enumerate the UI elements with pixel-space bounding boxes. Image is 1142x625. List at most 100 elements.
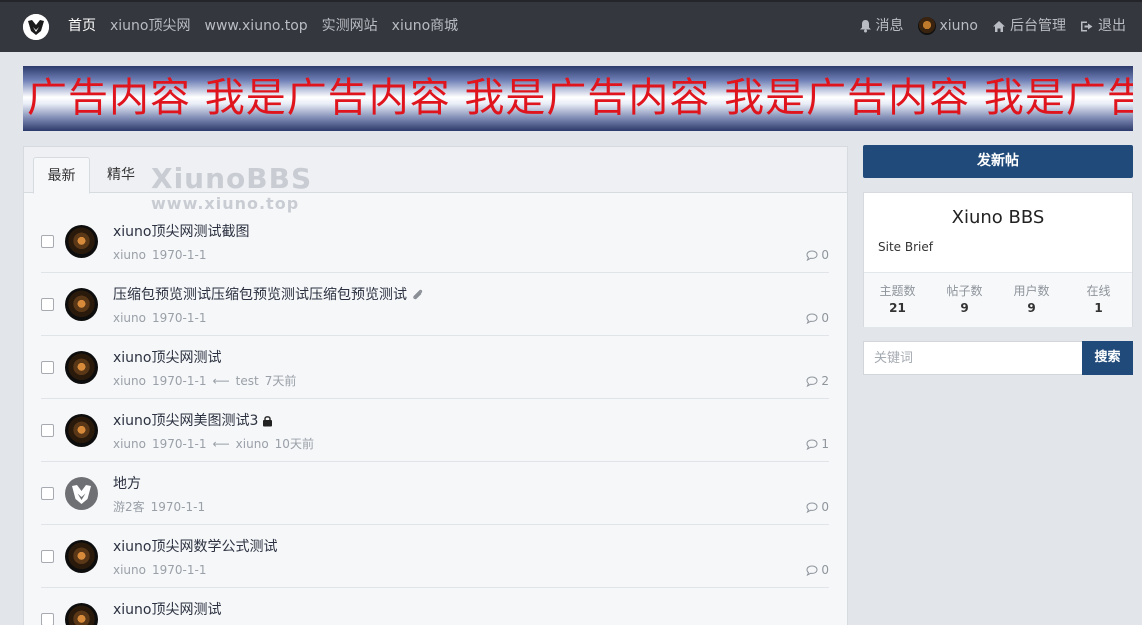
site-brief: Site Brief [878, 240, 933, 254]
reply-count: 0 [806, 499, 829, 515]
thread-row: xiuno顶尖网美图测试3 xiuno 1970-1-1 ⟵ xiuno 10天… [41, 399, 829, 462]
site-stats: 主题数 21 帖子数 9 用户数 9 在线 1 [864, 272, 1132, 327]
site-watermark: XiunoBBS www.xiuno.top [151, 164, 312, 213]
comment-icon [806, 312, 818, 324]
thread-subject[interactable]: 地方 [113, 475, 141, 493]
nav-home[interactable]: 首页 [68, 16, 96, 36]
stat-threads: 主题数 21 [879, 284, 916, 315]
thread-subject[interactable]: xiuno顶尖网测试 [113, 601, 222, 619]
comment-icon [806, 375, 818, 387]
site-info-card: Xiuno BBS Site Brief 主题数 21 帖子数 9 用户数 9 … [863, 192, 1133, 327]
comment-icon [806, 249, 818, 261]
thread-date: 1970-1-1 [150, 500, 206, 514]
search-input[interactable] [863, 341, 1082, 375]
bell-icon [859, 20, 871, 33]
search-button[interactable]: 搜索 [1082, 341, 1133, 375]
home-icon [993, 20, 1005, 32]
site-name: Xiuno BBS [951, 207, 1045, 228]
nav-website-link[interactable]: www.xiuno.top [205, 16, 308, 36]
admin-link[interactable]: 后台管理 [992, 16, 1066, 36]
reply-count: 2 [806, 373, 829, 389]
last-reply-user[interactable]: test [236, 373, 259, 389]
author-avatar[interactable] [65, 414, 98, 447]
thread-checkbox[interactable] [41, 235, 54, 248]
new-thread-button[interactable]: 发新帖 [863, 145, 1133, 178]
author-avatar[interactable] [65, 351, 98, 384]
thread-date: 1970-1-1 [152, 563, 207, 577]
last-reply-arrow-icon: ⟵ [212, 437, 230, 451]
comment-icon [806, 438, 818, 450]
thread-row: xiuno顶尖网测试 [41, 588, 829, 625]
thread-subject[interactable]: 压缩包预览测试压缩包预览测试压缩包预览测试 [113, 286, 424, 304]
last-reply-user[interactable]: xiuno [236, 436, 269, 452]
thread-checkbox[interactable] [41, 550, 54, 563]
reply-count: 1 [806, 436, 829, 452]
thread-checkbox[interactable] [41, 361, 54, 374]
thread-author[interactable]: xiuno [113, 562, 146, 578]
messages-label: 消息 [875, 18, 904, 34]
lock-icon [263, 416, 273, 427]
thread-subject[interactable]: xiuno顶尖网美图测试3 [113, 412, 273, 430]
thread-row: xiuno顶尖网测试 xiuno 1970-1-1 ⟵ test 7天前 2 [41, 336, 829, 399]
stat-online: 在线 1 [1086, 284, 1111, 315]
author-avatar[interactable] [65, 225, 98, 258]
tab-digest[interactable]: 精华 [104, 157, 138, 194]
thread-checkbox[interactable] [41, 487, 54, 500]
thread-author[interactable]: 游2客 [113, 499, 145, 515]
xiuno-logo-icon[interactable] [23, 14, 49, 40]
thread-date: 1970-1-1 [152, 374, 207, 388]
nav-xiuno-top[interactable]: xiuno顶尖网 [110, 16, 191, 36]
reply-count: 0 [806, 562, 829, 578]
thread-meta: xiuno 1970-1-1 [113, 562, 206, 578]
thread-author[interactable]: xiuno [113, 247, 146, 263]
thread-list-card: 最新 精华 XiunoBBS www.xiuno.top xiuno顶尖网测试截… [23, 146, 848, 625]
thread-row: 地方 游2客 1970-1-1 0 [41, 462, 829, 525]
last-reply-time: 7天前 [264, 374, 297, 388]
paperclip-icon [413, 289, 423, 300]
top-navbar: 首页 xiuno顶尖网 www.xiuno.top 实测网站 xiuno商城 消… [0, 0, 1142, 52]
thread-meta: xiuno 1970-1-1 ⟵ test 7天前 [113, 373, 296, 389]
watermark-title: XiunoBBS [151, 162, 313, 195]
logout-link[interactable]: 退出 [1080, 16, 1126, 36]
author-avatar[interactable] [65, 540, 98, 573]
sign-out-icon [1081, 21, 1093, 31]
thread-meta: xiuno 1970-1-1 ⟵ xiuno 10天前 [113, 436, 314, 452]
guest-avatar[interactable] [65, 477, 98, 510]
thread-subject[interactable]: xiuno顶尖网测试截图 [113, 223, 250, 241]
author-avatar[interactable] [65, 288, 98, 321]
thread-checkbox[interactable] [41, 613, 54, 625]
admin-label: 后台管理 [1010, 18, 1066, 34]
thread-subject[interactable]: xiuno顶尖网测试 [113, 349, 222, 367]
tab-latest[interactable]: 最新 [33, 157, 90, 194]
author-avatar[interactable] [65, 603, 98, 625]
search-form: 搜索 [863, 341, 1133, 375]
nav-shop[interactable]: xiuno商城 [392, 16, 459, 36]
thread-row: 压缩包预览测试压缩包预览测试压缩包预览测试 xiuno 1970-1-1 0 [41, 273, 829, 336]
thread-date: 1970-1-1 [152, 311, 207, 325]
last-reply-time: 10天前 [274, 437, 314, 451]
xiuno-logo-icon [72, 485, 91, 504]
thread-tabs: 最新 精华 XiunoBBS www.xiuno.top [24, 147, 847, 213]
messages-link[interactable]: 消息 [859, 16, 904, 36]
thread-checkbox[interactable] [41, 298, 54, 311]
thread-author[interactable]: xiuno [113, 436, 146, 452]
ad-banner[interactable]: 广告内容 我是广告内容 我是广告内容 我是广告内容 我是广告内容 我是广告内容 [23, 66, 1133, 131]
thread-author[interactable]: xiuno [113, 373, 146, 389]
thread-date: 1970-1-1 [152, 248, 207, 262]
thread-author[interactable]: xiuno [113, 310, 146, 326]
reply-count: 0 [806, 247, 829, 263]
thread-checkbox[interactable] [41, 424, 54, 437]
username-label: xiuno [939, 18, 979, 34]
last-reply-arrow-icon: ⟵ [212, 374, 230, 388]
main-nav: 首页 xiuno顶尖网 www.xiuno.top 实测网站 xiuno商城 [68, 16, 458, 36]
user-profile-link[interactable]: xiuno [917, 16, 979, 36]
nav-test-site[interactable]: 实测网站 [322, 16, 378, 36]
thread-date: 1970-1-1 [152, 437, 207, 451]
thread-subject[interactable]: xiuno顶尖网数学公式测试 [113, 538, 278, 556]
reply-count: 0 [806, 310, 829, 326]
comment-icon [806, 501, 818, 513]
ad-banner-text: 广告内容 我是广告内容 我是广告内容 我是广告内容 我是广告内容 我是广告内容 [27, 75, 1133, 121]
thread-row: xiuno顶尖网测试截图 xiuno 1970-1-1 0 [41, 210, 829, 273]
logout-label: 退出 [1098, 18, 1126, 34]
user-avatar [917, 17, 936, 35]
